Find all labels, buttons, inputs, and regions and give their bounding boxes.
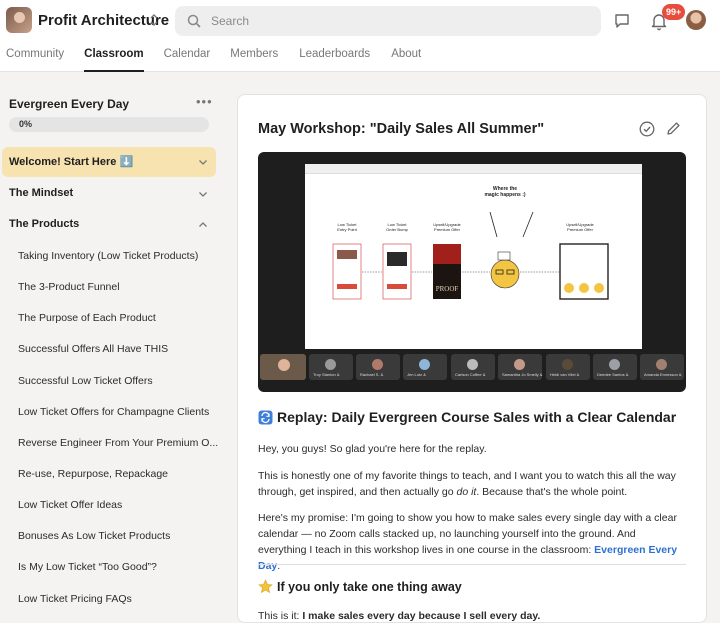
slide-diagram: Low Ticket Entry Point Low Ticket Order Bu… <box>325 182 631 342</box>
slide-label-col1: Low Ticket Entry Point <box>337 222 357 232</box>
chevron-down-icon <box>199 160 207 165</box>
takeaway-heading: If you only take one thing away <box>258 579 462 594</box>
chevron-down-icon <box>199 192 207 197</box>
participant-tile: Troy Stanton & <box>309 354 353 380</box>
lesson-item[interactable]: Taking Inventory (Low Ticket Products) <box>18 250 198 262</box>
module-label: Welcome! Start Here ⬇️ <box>9 156 134 168</box>
participant-tile: Deedee Santos & <box>593 354 637 380</box>
lesson-item[interactable]: Successful Offers All Have THIS <box>18 343 168 355</box>
section-divider <box>258 564 686 565</box>
tab-members[interactable]: Members <box>230 46 278 72</box>
module-products[interactable]: The Products <box>2 210 216 240</box>
group-switcher-icon[interactable] <box>148 12 160 28</box>
participant-tile: Amanda Ennesson & <box>640 354 684 380</box>
chat-icon[interactable] <box>613 12 631 30</box>
module-welcome[interactable]: Welcome! Start Here ⬇️ <box>2 147 216 177</box>
participants-strip: Troy Stanton & Rachael S. & Jen Lutz & C… <box>258 352 686 382</box>
top-bar: Profit Architecture 99+ Community Classr… <box>0 0 720 72</box>
video-player[interactable]: Low Ticket Entry Point Low Ticket Order Bu… <box>258 152 686 392</box>
notification-badge: 99+ <box>662 4 686 20</box>
search-bar[interactable] <box>175 6 601 36</box>
participant-tile: Heidi van Vliet & <box>546 354 590 380</box>
post-heading: Replay: Daily Evergreen Course Sales wit… <box>258 409 676 425</box>
lesson-item[interactable]: Reverse Engineer From Your Premium O... <box>18 437 218 449</box>
tab-about[interactable]: About <box>391 46 421 72</box>
course-progress-bar: 0% <box>9 117 209 132</box>
slide-proof-text: PROOF <box>436 285 459 293</box>
paragraph-favorite: This is honestly one of my favorite thin… <box>258 470 676 498</box>
participant-tile: Carlson Coffee & <box>451 354 495 380</box>
module-mindset[interactable]: The Mindset <box>2 179 216 209</box>
slide-callout: Where the magic happens :) <box>484 186 525 198</box>
tab-calendar[interactable]: Calendar <box>164 46 211 72</box>
presenter-tile <box>260 354 306 380</box>
paragraph-intro: Hey, you guys! So glad you're here for t… <box>258 443 487 455</box>
star-icon <box>258 579 273 594</box>
lesson-item[interactable]: Low Ticket Offers for Champagne Clients <box>18 406 209 418</box>
tab-leaderboards[interactable]: Leaderboards <box>299 46 370 72</box>
slide-label-col2: Low Ticket Order Bump <box>386 222 409 232</box>
user-avatar[interactable] <box>686 10 706 30</box>
lesson-item[interactable]: The Purpose of Each Product <box>18 312 156 324</box>
chevron-up-icon <box>199 222 207 227</box>
group-logo <box>6 7 32 33</box>
lesson-item[interactable]: The 3-Product Funnel <box>18 281 120 293</box>
brand[interactable]: Profit Architecture <box>6 7 169 33</box>
more-options-icon[interactable]: ••• <box>196 95 213 108</box>
module-label: The Products <box>9 218 80 230</box>
course-sidebar: Evergreen Every Day ••• 0% Welcome! Star… <box>0 73 224 623</box>
participant-tile: Rachael S. & <box>356 354 400 380</box>
course-title: Evergreen Every Day <box>9 97 130 111</box>
lesson-item[interactable]: Bonuses As Low Ticket Products <box>18 530 170 542</box>
replay-icon <box>258 410 273 425</box>
slide-toolbar <box>305 164 642 174</box>
video-frame-slide: Low Ticket Entry Point Low Ticket Order Bu… <box>305 164 642 349</box>
lesson-item[interactable]: Successful Low Ticket Offers <box>18 375 153 387</box>
progress-label: 0% <box>19 119 33 129</box>
lesson-content: May Workshop: "Daily Sales All Summer" L… <box>237 94 707 623</box>
slide-label-col3: Upsell/Upgrade Premium Offer <box>433 222 461 232</box>
participant-tile: Jen Lutz & <box>403 354 447 380</box>
lesson-item[interactable]: Is My Low Ticket “Too Good”? <box>18 561 157 573</box>
post-heading-text: Replay: Daily Evergreen Course Sales wit… <box>277 409 677 425</box>
paragraph-takeaway: This is it: I make sales every day becau… <box>258 610 541 622</box>
module-label: The Mindset <box>9 187 74 199</box>
lesson-item[interactable]: Re-use, Repurpose, Repackage <box>18 468 168 480</box>
participant-tile: Samantha Jo Smelly & <box>498 354 542 380</box>
lesson-title: May Workshop: "Daily Sales All Summer" <box>258 121 545 137</box>
tab-community[interactable]: Community <box>6 46 64 72</box>
search-icon <box>187 14 201 28</box>
lesson-item[interactable]: Low Ticket Pricing FAQs <box>18 593 132 605</box>
main-nav: Community Classroom Calendar Members Lea… <box>0 46 421 72</box>
mark-complete-icon[interactable] <box>639 121 655 137</box>
tab-classroom[interactable]: Classroom <box>84 46 145 72</box>
search-input[interactable] <box>211 14 591 28</box>
lesson-item[interactable]: Low Ticket Offer Ideas <box>18 499 122 511</box>
edit-icon[interactable] <box>666 121 681 136</box>
slide-label-col4: Upsell/Upgrade Premium Offer <box>566 222 594 232</box>
